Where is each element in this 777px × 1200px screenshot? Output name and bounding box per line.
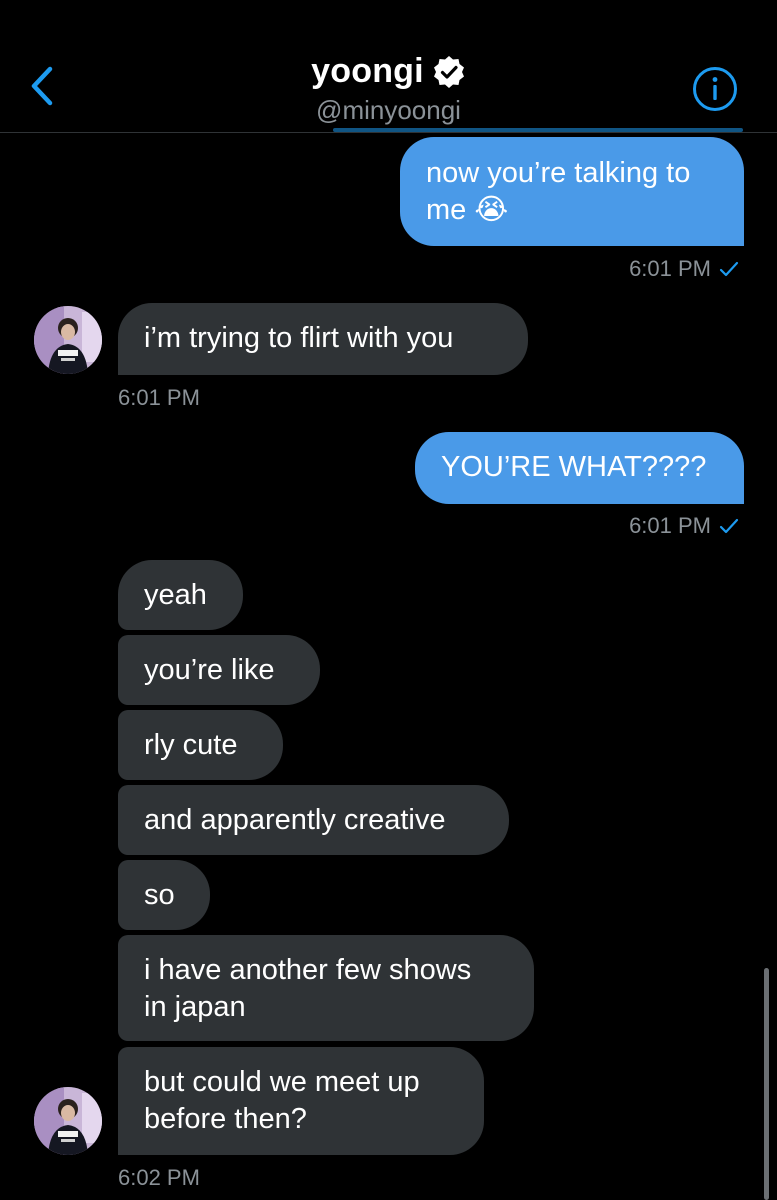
message-timestamp: 6:01 PM [629, 513, 739, 539]
sent-check-icon [719, 261, 739, 277]
contact-name: yoongi [311, 52, 424, 90]
message-bubble-incoming[interactable]: so [118, 860, 210, 930]
verified-badge-icon [433, 55, 464, 88]
scrollbar[interactable] [764, 968, 769, 1200]
message-timestamp: 6:01 PM [629, 256, 739, 282]
message-timestamp: 6:02 PM [118, 1165, 200, 1190]
message-bubble-incoming[interactable]: i have another few shows in japan [118, 935, 534, 1041]
contact-handle: @minyoongi [316, 95, 461, 125]
message-text-line: but could we meet up [144, 1066, 420, 1098]
message-text-line: i have another few shows [144, 954, 472, 986]
message-bubble-incoming[interactable]: rly cute [118, 710, 283, 780]
message-bubble-incoming[interactable]: and apparently creative [118, 785, 509, 855]
message-bubble-incoming[interactable]: you’re like [118, 635, 320, 705]
message-bubble-incoming[interactable]: yeah [118, 560, 243, 630]
message-bubble-incoming[interactable]: i’m trying to flirt with you [118, 303, 528, 375]
message-timestamp: 6:01 PM [118, 385, 200, 410]
sent-check-icon [719, 518, 739, 534]
message-text-line: me 😭 [426, 194, 509, 226]
contact-avatar[interactable] [34, 306, 102, 374]
message-text-line: before then? [144, 1103, 307, 1135]
message-bubble-outgoing[interactable]: YOU’RE WHAT???? [415, 432, 744, 504]
message-text-line: now you’re talking to [426, 157, 691, 189]
message-bubble-outgoing[interactable]: now you’re talking to me 😭 [400, 137, 744, 246]
message-bubble-incoming[interactable]: but could we meet up before then? [118, 1047, 484, 1155]
title-block[interactable]: yoongi @minyoongi [0, 52, 777, 126]
contact-avatar[interactable] [34, 1087, 102, 1155]
header-divider [333, 128, 743, 132]
message-text-line: in japan [144, 991, 246, 1023]
conversation-header: yoongi @minyoongi [0, 0, 777, 133]
info-icon[interactable] [692, 66, 738, 112]
